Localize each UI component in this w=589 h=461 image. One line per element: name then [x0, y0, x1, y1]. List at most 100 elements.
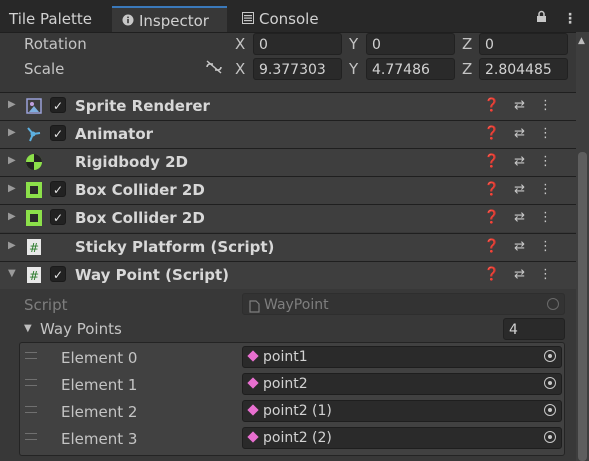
gameobject-icon [247, 404, 259, 416]
constrain-proportions-icon[interactable] [205, 60, 223, 78]
more-icon[interactable]: ⋮ [539, 210, 566, 225]
script-label: Script [24, 296, 68, 314]
scale-y-field[interactable]: 4.77486 [366, 58, 455, 80]
vertical-scrollbar[interactable]: ▲ [576, 32, 589, 461]
component-tools: ❓⇄⋮ [484, 126, 566, 141]
help-icon[interactable]: ❓ [484, 182, 514, 197]
scale-x-field[interactable]: 9.377303 [253, 58, 342, 80]
presets-icon[interactable]: ⇄ [514, 239, 539, 254]
component-title: Rigidbody 2D [75, 153, 188, 171]
svg-text:#: # [29, 241, 39, 255]
svg-text:#: # [29, 269, 39, 283]
gameobject-icon [247, 377, 259, 389]
presets-icon[interactable]: ⇄ [514, 267, 539, 282]
scale-z-field[interactable]: 2.804485 [479, 58, 568, 80]
expand-arrow-icon[interactable]: ▶ [8, 127, 16, 138]
expand-arrow-icon[interactable]: ▶ [8, 183, 16, 194]
animator-icon [25, 125, 43, 143]
help-icon[interactable]: ❓ [484, 98, 514, 113]
expand-arrow-icon[interactable]: ▶ [8, 211, 16, 222]
element-3-object-field[interactable]: point2 (2) [242, 427, 562, 449]
help-icon[interactable]: ❓ [484, 126, 514, 141]
component-title: Way Point (Script) [75, 266, 230, 284]
component-header-sprite-renderer[interactable]: ▶ ✓ Sprite Renderer ❓⇄⋮ [0, 92, 576, 120]
expand-arrow-icon[interactable]: ▶ [8, 240, 16, 251]
enabled-checkbox[interactable]: ✓ [50, 181, 66, 197]
object-picker-icon[interactable] [544, 350, 556, 362]
component-tools: ❓⇄⋮ [484, 154, 566, 169]
object-picker-icon[interactable] [544, 431, 556, 443]
tab-label: Tile Palette [9, 10, 92, 28]
collapse-arrow-icon[interactable]: ▼ [8, 268, 16, 279]
scroll-up-icon[interactable]: ▲ [578, 36, 585, 46]
component-title: Sprite Renderer [75, 97, 210, 115]
tab-bar: Tile Palette Inspector Console ⋮ [0, 0, 589, 33]
component-header-box-collider-2d[interactable]: ▶ ✓ Box Collider 2D ❓⇄⋮ [0, 204, 576, 232]
more-icon[interactable]: ⋮ [539, 154, 566, 169]
drag-handle-icon[interactable] [25, 379, 37, 386]
box-collider-icon [25, 181, 43, 199]
more-icon[interactable]: ⋮ [539, 267, 566, 282]
component-tools: ❓⇄⋮ [484, 239, 566, 254]
presets-icon[interactable]: ⇄ [514, 210, 539, 225]
enabled-checkbox[interactable]: ✓ [50, 266, 66, 282]
presets-icon[interactable]: ⇄ [514, 154, 539, 169]
tab-inspector[interactable]: Inspector [112, 6, 227, 32]
tab-tile-palette[interactable]: Tile Palette [0, 6, 112, 32]
list-collapse-arrow-icon[interactable]: ▼ [24, 323, 32, 334]
enabled-checkbox[interactable]: ✓ [50, 125, 66, 141]
component-header-animator[interactable]: ▶ ✓ Animator ❓⇄⋮ [0, 120, 576, 148]
more-vertical-icon[interactable]: ⋮ [563, 11, 577, 27]
presets-icon[interactable]: ⇄ [514, 182, 539, 197]
way-points-label[interactable]: Way Points [40, 320, 122, 338]
element-1-object-field[interactable]: point2 [242, 373, 562, 395]
component-header-way-point[interactable]: ▼ # ✓ Way Point (Script) ❓⇄⋮ [0, 261, 576, 289]
element-value: point1 [263, 349, 308, 365]
presets-icon[interactable]: ⇄ [514, 98, 539, 113]
component-title: Sticky Platform (Script) [75, 238, 275, 256]
axis-z-label: Z [462, 35, 473, 53]
enabled-checkbox[interactable]: ✓ [50, 97, 66, 113]
element-0-object-field[interactable]: point1 [242, 346, 562, 368]
component-header-box-collider-2d[interactable]: ▶ ✓ Box Collider 2D ❓⇄⋮ [0, 176, 576, 204]
expand-arrow-icon[interactable]: ▶ [8, 99, 16, 110]
scrollbar-thumb[interactable] [578, 152, 587, 461]
rotation-y-field[interactable]: 0 [366, 33, 455, 55]
axis-y-label: Y [349, 35, 359, 53]
element-2-object-field[interactable]: point2 (1) [242, 400, 562, 422]
element-label: Element 2 [61, 403, 138, 421]
drag-handle-icon[interactable] [25, 433, 37, 440]
sprite-renderer-icon [25, 97, 43, 115]
rigidbody-icon [25, 153, 43, 171]
presets-icon[interactable]: ⇄ [514, 126, 539, 141]
script-icon: # [25, 266, 43, 284]
lock-icon[interactable] [536, 10, 551, 27]
more-icon[interactable]: ⋮ [539, 126, 566, 141]
more-icon[interactable]: ⋮ [539, 182, 566, 197]
help-icon[interactable]: ❓ [484, 239, 514, 254]
enabled-checkbox[interactable]: ✓ [50, 209, 66, 225]
component-tools: ❓⇄⋮ [484, 182, 566, 197]
object-picker-icon[interactable] [544, 404, 556, 416]
drag-handle-icon[interactable] [25, 406, 37, 413]
expand-arrow-icon[interactable]: ▶ [8, 155, 16, 166]
help-icon[interactable]: ❓ [484, 154, 514, 169]
element-label: Element 0 [61, 349, 138, 367]
tab-console[interactable]: Console [232, 6, 332, 32]
component-header-rigidbody-2d[interactable]: ▶ Rigidbody 2D ❓⇄⋮ [0, 148, 576, 176]
component-title: Box Collider 2D [75, 209, 205, 227]
rotation-x-field[interactable]: 0 [253, 33, 342, 55]
more-icon[interactable]: ⋮ [539, 239, 566, 254]
help-icon[interactable]: ❓ [484, 267, 514, 282]
help-icon[interactable]: ❓ [484, 210, 514, 225]
rotation-label: Rotation [24, 35, 87, 53]
component-tools: ❓⇄⋮ [484, 210, 566, 225]
list-size-field[interactable]: 4 [503, 318, 565, 340]
box-collider-icon [25, 209, 43, 227]
object-picker-icon[interactable] [544, 377, 556, 389]
rotation-z-field[interactable]: 0 [479, 33, 568, 55]
more-icon[interactable]: ⋮ [539, 98, 566, 113]
axis-x-label: X [235, 35, 246, 53]
component-header-sticky-platform[interactable]: ▶ # Sticky Platform (Script) ❓⇄⋮ [0, 233, 576, 261]
drag-handle-icon[interactable] [25, 352, 37, 359]
